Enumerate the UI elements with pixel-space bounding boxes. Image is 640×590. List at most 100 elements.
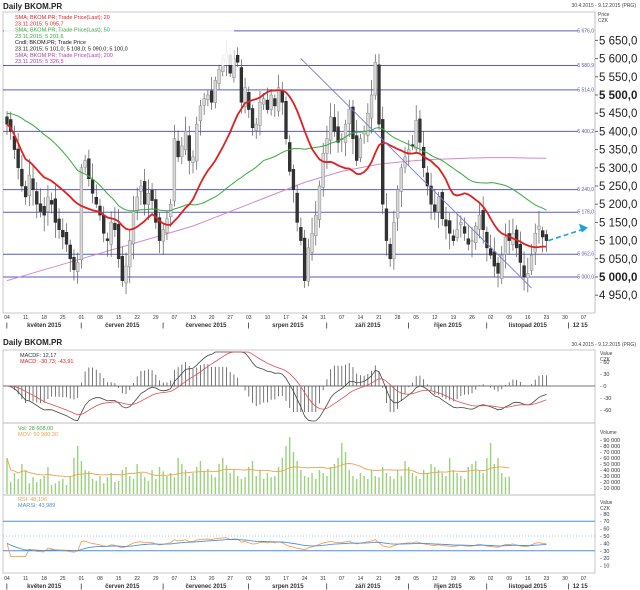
candle-up	[400, 168, 403, 192]
month-label: 12 15	[573, 584, 589, 590]
candle-up	[437, 197, 440, 212]
candle-down	[303, 238, 306, 281]
legend-entry: 23.11.2015; 5 201,6	[15, 34, 64, 40]
rsi-line	[7, 538, 546, 557]
date-tick-label: 01	[79, 576, 85, 582]
date-tick-label: 13	[190, 315, 196, 321]
date-tick-label: 19	[451, 576, 457, 582]
candle-up	[125, 266, 128, 283]
candle-down	[58, 219, 61, 230]
month-separator: |	[6, 323, 8, 329]
month-separator: |	[568, 323, 570, 329]
candle-down	[65, 232, 68, 244]
month-separator: |	[80, 323, 82, 329]
date-tick-label: 07	[172, 315, 178, 321]
date-tick-label: 31	[320, 576, 326, 582]
candle-up	[534, 233, 537, 252]
rsi-tick-label: - 60	[600, 527, 609, 533]
candle-up	[147, 193, 150, 204]
date-tick-label: 12	[432, 576, 438, 582]
candle-down	[113, 223, 116, 229]
level-label: 5 240,0	[577, 187, 594, 193]
legend-entry: 23.11.2015; 5 326,5	[15, 59, 64, 65]
date-tick-label: 27	[227, 576, 233, 582]
date-tick-label: 22	[134, 315, 140, 321]
date-tick-label: 04	[4, 576, 10, 582]
candle-down	[545, 235, 548, 241]
date-tick-label: 12	[432, 315, 438, 321]
level-label: 5 514,0	[577, 87, 594, 93]
date-tick-label: 24	[302, 315, 308, 321]
month-separator: |	[326, 584, 328, 590]
macd-signal-line	[7, 352, 546, 415]
price-tick-label: 5 250,0	[599, 181, 637, 193]
date-axis-main: 0411182501081522290713202703101724310714…	[4, 315, 588, 329]
date-tick-label: 21	[376, 315, 382, 321]
price-tick-label: 5 100,0	[599, 236, 637, 248]
month-separator: |	[248, 584, 250, 590]
price-tick-label: 5 300,0	[599, 163, 637, 175]
date-tick-label: 08	[97, 576, 103, 582]
candle-up	[162, 230, 165, 241]
marsi-legend: MARSI: 43,989	[18, 503, 55, 509]
candle-up	[415, 120, 418, 149]
candle-down	[355, 136, 358, 161]
month-separator: |	[248, 323, 250, 329]
date-tick-label: 29	[153, 315, 159, 321]
candle-down	[117, 224, 120, 258]
candle-down	[151, 190, 154, 200]
rsi-tick-label: - 50	[600, 534, 609, 540]
candle-down	[106, 239, 109, 241]
candle-down	[24, 187, 27, 197]
candle-down	[445, 220, 448, 226]
price-tick-label: 5 200,0	[599, 199, 637, 211]
candle-up	[370, 95, 373, 118]
month-separator: |	[162, 323, 164, 329]
date-tick-label: 20	[209, 576, 215, 582]
date-tick-label: 11	[23, 576, 28, 582]
marsi-line	[7, 540, 546, 551]
month-separator: |	[326, 323, 328, 329]
month-label: srpen 2015	[272, 584, 304, 590]
date-tick-label: 09	[506, 315, 512, 321]
month-label: červenec 2015	[185, 584, 227, 590]
date-tick-label: 07	[581, 576, 587, 582]
candle-down	[240, 68, 243, 103]
date-tick-label: 24	[302, 576, 308, 582]
legend-entry: 23.11.2015; 5 095,7	[15, 21, 64, 27]
chart-title: Daily BKOM.PR	[3, 2, 62, 11]
candle-down	[389, 244, 392, 259]
level-label: 5 000,0	[577, 275, 594, 281]
candle-down	[121, 256, 124, 280]
candle-up	[318, 186, 321, 220]
candle-up	[47, 197, 50, 212]
date-tick-label: 18	[41, 576, 47, 582]
candle-up	[277, 88, 280, 111]
candle-down	[448, 221, 451, 234]
candle-up	[326, 139, 329, 154]
candle-down	[6, 117, 9, 124]
date-tick-label: 28	[395, 315, 401, 321]
volume-panel	[3, 423, 595, 495]
price-tick-label: 5 150,0	[599, 217, 637, 229]
date-tick-label: 31	[320, 315, 326, 321]
candle-down	[497, 263, 500, 273]
candle-down	[381, 119, 384, 204]
date-tick-label: 10	[265, 576, 271, 582]
date-tick-label: 17	[283, 315, 289, 321]
candle-up	[28, 175, 31, 195]
date-tick-label: 05	[413, 576, 419, 582]
date-tick-label: 27	[227, 315, 233, 321]
date-tick-label: 26	[469, 315, 475, 321]
candle-down	[35, 192, 38, 205]
date-tick-label: 02	[488, 576, 494, 582]
date-tick-label: 08	[97, 315, 103, 321]
candle-down	[463, 227, 466, 234]
candle-down	[251, 108, 254, 127]
candle-down	[32, 179, 35, 190]
month-label: říjen 2015	[434, 584, 462, 590]
month-separator: |	[6, 584, 8, 590]
date-tick-label: 05	[413, 315, 419, 321]
price-tick-label: 5 450,0	[599, 108, 637, 120]
candle-up	[76, 262, 79, 271]
